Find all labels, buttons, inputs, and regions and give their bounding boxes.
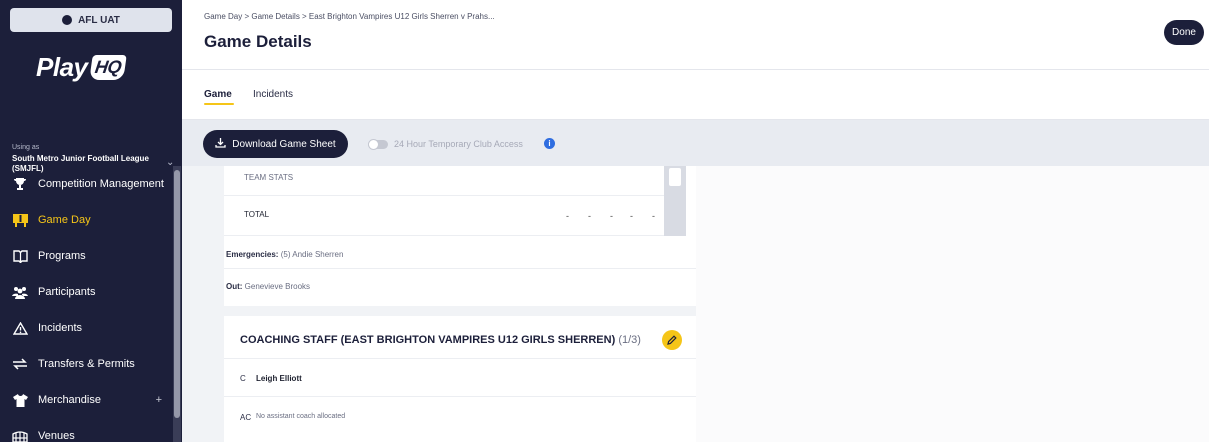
sidebar: AFL UAT Play HQ Using as South Metro Jun… (0, 0, 182, 442)
book-icon (12, 248, 28, 264)
sidebar-item-transfers-permits[interactable]: Transfers & Permits (0, 346, 172, 382)
sidebar-item-participants[interactable]: Participants (0, 274, 172, 310)
toggle-knob (368, 139, 379, 150)
assistant-coach-empty: No assistant coach allocated (256, 413, 346, 420)
table-scrollbar[interactable] (664, 166, 686, 236)
tab-bar: Game Incidents (182, 70, 1209, 120)
users-icon (12, 284, 28, 300)
table-scrollbar-thumb[interactable] (669, 168, 681, 186)
emergencies-value: (5) Andie Sherren (280, 250, 344, 259)
total-value: - (610, 211, 613, 221)
sidebar-item-label: Competition Management (38, 178, 164, 190)
total-value: - (566, 211, 569, 221)
environment-dot-icon (62, 15, 73, 25)
temporary-club-access-toggle[interactable] (368, 139, 388, 150)
coach-role-label: C (240, 374, 246, 383)
coaching-staff-title: COACHING STAFF (EAST BRIGHTON VAMPIRES U… (240, 334, 641, 346)
logo-badge: HQ (88, 55, 127, 80)
playhq-logo[interactable]: Play HQ (36, 52, 127, 83)
out-row: Out: Genevieve Brooks (226, 282, 310, 291)
main-content: TEAM STATS TOTAL - - - - - Emergencies: … (182, 166, 1209, 442)
sidebar-item-game-day[interactable]: Game Day (0, 202, 172, 238)
warning-icon (12, 320, 28, 336)
pencil-icon (667, 333, 677, 348)
team-stats-label: TEAM STATS (244, 173, 294, 182)
sidebar-item-programs[interactable]: Programs (0, 238, 172, 274)
sidebar-item-merchandise[interactable]: Merchandise + (0, 382, 172, 418)
transfer-icon (12, 356, 28, 372)
sidebar-item-label: Game Day (38, 214, 91, 226)
done-button[interactable]: Done (1164, 20, 1204, 45)
trophy-icon (12, 176, 28, 192)
divider (224, 358, 696, 359)
coach-name[interactable]: Leigh Elliott (256, 374, 302, 383)
sidebar-scrollbar-thumb[interactable] (174, 170, 180, 418)
sidebar-item-label: Venues (38, 430, 75, 442)
emergencies-label: Emergencies: (226, 250, 279, 259)
environment-label: AFL UAT (78, 14, 120, 26)
page-title: Game Details (204, 32, 312, 51)
sidebar-item-incidents[interactable]: Incidents (0, 310, 172, 346)
sidebar-item-label: Merchandise (38, 394, 101, 406)
sidebar-item-label: Programs (38, 250, 86, 262)
download-icon (215, 137, 226, 151)
divider (224, 268, 696, 269)
total-value: - (652, 211, 655, 221)
divider (224, 396, 696, 397)
download-label: Download Game Sheet (232, 138, 336, 150)
sidebar-scrollbar[interactable] (173, 166, 181, 442)
coaching-staff-count: (1/3) (618, 334, 641, 346)
scoreboard-icon (12, 212, 28, 228)
temporary-club-access-label: 24 Hour Temporary Club Access (394, 139, 523, 149)
edit-coaching-staff-button[interactable] (662, 330, 682, 350)
stadium-icon (12, 428, 28, 442)
sidebar-item-competition-management[interactable]: Competition Management (0, 166, 172, 202)
download-game-sheet-button[interactable]: Download Game Sheet (203, 130, 348, 158)
toolbar: Download Game Sheet 24 Hour Temporary Cl… (182, 120, 1209, 166)
table-row (224, 196, 684, 236)
expand-plus-icon[interactable]: + (156, 394, 162, 406)
shirt-icon (12, 392, 28, 408)
info-icon[interactable]: i (544, 138, 555, 149)
active-tab-indicator (204, 103, 234, 105)
out-value: Genevieve Brooks (244, 282, 311, 291)
team-stats-table: TEAM STATS TOTAL - - - - - (224, 166, 687, 236)
total-value: - (630, 211, 633, 221)
sidebar-item-label: Participants (38, 286, 96, 298)
sidebar-nav: Competition Management Game Day Programs… (0, 166, 172, 442)
assistant-coach-role-label: AC (240, 413, 252, 422)
sidebar-item-venues[interactable]: Venues (0, 418, 172, 442)
coaching-staff-heading: COACHING STAFF (EAST BRIGHTON VAMPIRES U… (240, 334, 616, 346)
page-header: Game Day > Game Details > East Brighton … (182, 0, 1209, 70)
logo-text: Play (36, 52, 88, 82)
tab-incidents[interactable]: Incidents (253, 89, 293, 100)
emergencies-row: Emergencies: (5) Andie Sherren (226, 250, 343, 259)
coaching-staff-card: COACHING STAFF (EAST BRIGHTON VAMPIRES U… (224, 316, 696, 442)
using-as-label: Using as (12, 144, 40, 151)
out-label: Out: (226, 282, 243, 291)
total-label: TOTAL (244, 210, 270, 219)
total-value: - (588, 211, 591, 221)
sidebar-item-label: Transfers & Permits (38, 358, 135, 370)
tab-game[interactable]: Game (204, 89, 232, 100)
sidebar-item-label: Incidents (38, 322, 83, 334)
right-panel (696, 166, 1209, 442)
breadcrumb[interactable]: Game Day > Game Details > East Brighton … (204, 12, 495, 21)
environment-badge: AFL UAT (10, 8, 172, 32)
